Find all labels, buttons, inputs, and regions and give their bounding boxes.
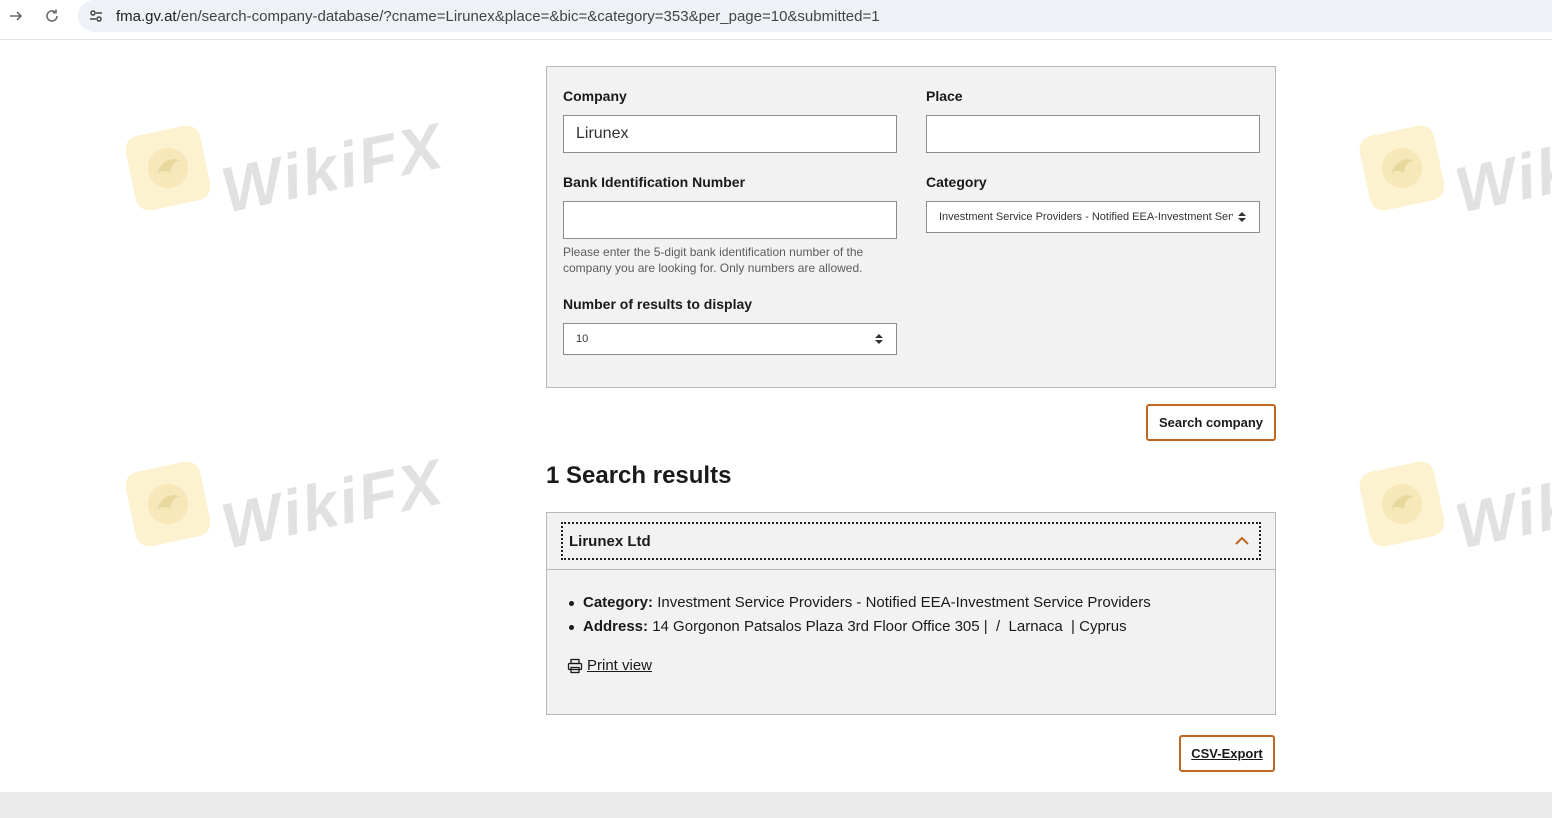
csv-export-button[interactable]: CSV-Export bbox=[1179, 735, 1275, 772]
printer-icon bbox=[567, 658, 583, 673]
footer-band bbox=[0, 792, 1552, 818]
result-accordion-header: Lirunex Ltd bbox=[547, 513, 1275, 570]
watermark-text: WikiFX bbox=[214, 445, 450, 563]
select-arrows-icon bbox=[1237, 210, 1247, 224]
bic-help-text: Please enter the 5-digit bank identifica… bbox=[563, 245, 864, 275]
address-key: Address: bbox=[583, 618, 649, 635]
results-heading: 1 Search results bbox=[546, 462, 732, 489]
results-count-label: Number of results to display bbox=[563, 296, 753, 312]
watermark-eagle-icon bbox=[1356, 458, 1448, 550]
select-arrows-icon bbox=[874, 332, 884, 346]
watermark: WikiFX bbox=[122, 445, 450, 563]
bic-input[interactable] bbox=[563, 201, 897, 239]
result-detail-list: Category: Investment Service Providers -… bbox=[567, 591, 1257, 639]
result-category-item: Category: Investment Service Providers -… bbox=[567, 591, 1257, 615]
watermark-eagle-icon bbox=[122, 122, 214, 214]
category-label: Category bbox=[926, 174, 987, 190]
category-select[interactable]: Investment Service Providers - Notified … bbox=[926, 201, 1260, 233]
print-view-label: Print view bbox=[587, 657, 653, 674]
company-input[interactable] bbox=[563, 115, 897, 153]
result-company-name: Lirunex Ltd bbox=[569, 532, 651, 550]
csv-export-label: CSV-Export bbox=[1191, 746, 1263, 761]
place-label: Place bbox=[926, 88, 963, 104]
result-address-item: Address: 14 Gorgonon Patsalos Plaza 3rd … bbox=[567, 615, 1257, 639]
result-accordion: Lirunex Ltd Category: Investment Service… bbox=[546, 512, 1276, 715]
watermark-eagle-icon bbox=[1356, 122, 1448, 214]
watermark: WikiFX bbox=[122, 109, 450, 227]
result-details: Category: Investment Service Providers -… bbox=[567, 591, 1257, 639]
forward-button[interactable] bbox=[2, 4, 30, 28]
address-bar[interactable]: fma.gv.at/en/search-company-database/?cn… bbox=[78, 0, 1552, 32]
search-form: Company Place Bank Identification Number… bbox=[546, 66, 1276, 388]
watermark-text: WikiFX bbox=[1448, 445, 1552, 563]
watermark-eagle-icon bbox=[122, 458, 214, 550]
reload-button[interactable] bbox=[38, 4, 66, 28]
url-host: fma.gv.at bbox=[116, 7, 177, 25]
arrow-forward-icon bbox=[10, 11, 23, 21]
site-info-button[interactable] bbox=[86, 6, 106, 26]
category-key: Category: bbox=[583, 594, 654, 611]
reload-icon bbox=[46, 9, 58, 22]
bic-label: Bank Identification Number bbox=[563, 174, 746, 190]
watermark: WikiFX bbox=[1356, 109, 1552, 227]
place-input[interactable] bbox=[926, 115, 1260, 153]
results-count-selected-value: 10 bbox=[576, 333, 589, 345]
address-value: 14 Gorgonon Patsalos Plaza 3rd Floor Off… bbox=[652, 618, 1127, 635]
watermark-text: WikiFX bbox=[214, 109, 450, 227]
cropped-page-heading bbox=[546, 18, 806, 42]
chevron-up-icon bbox=[1235, 536, 1249, 545]
category-selected-value: Investment Service Providers - Notified … bbox=[939, 211, 1233, 223]
result-toggle-button[interactable]: Lirunex Ltd bbox=[561, 522, 1261, 560]
watermark-text: WikiFX bbox=[1448, 109, 1552, 227]
tune-icon bbox=[90, 10, 102, 22]
company-label: Company bbox=[563, 88, 627, 104]
search-company-button[interactable]: Search company bbox=[1146, 404, 1276, 441]
category-value: Investment Service Providers - Notified … bbox=[657, 594, 1151, 611]
results-count-select[interactable]: 10 bbox=[563, 323, 897, 355]
print-view-link[interactable]: Print view bbox=[567, 657, 652, 674]
watermark: WikiFX bbox=[1356, 445, 1552, 563]
